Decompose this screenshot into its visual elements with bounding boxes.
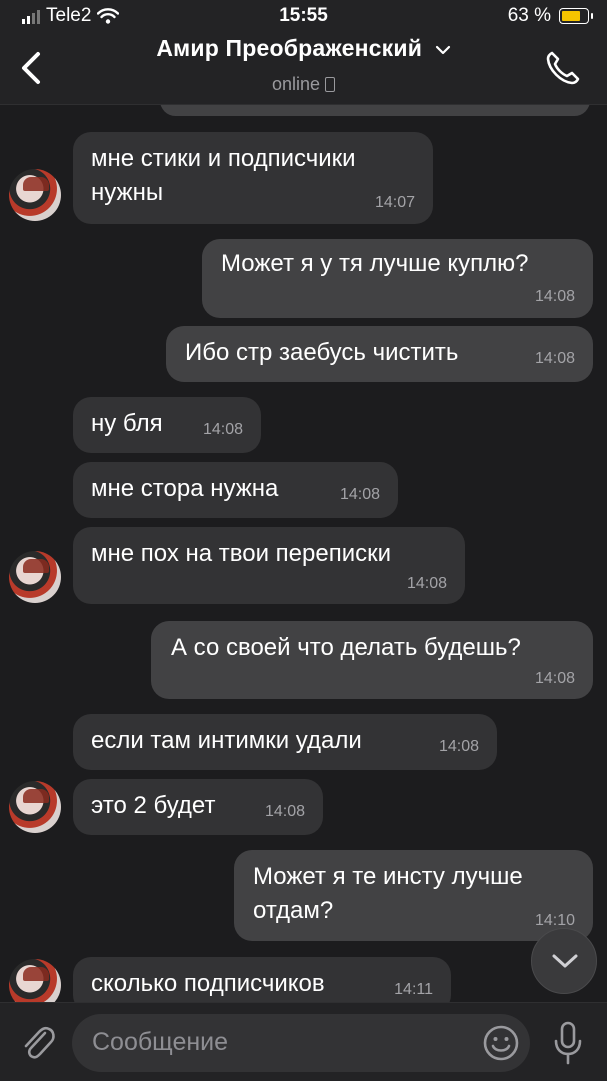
message-text: мне стики и подписчики нужны (91, 145, 356, 206)
message-bubble[interactable]: если там интимки удали 14:08 (73, 714, 497, 770)
message-bubble[interactable]: Ибо стр заебусь чистить 14:08 (166, 326, 593, 382)
message-time: 14:11 (394, 981, 433, 998)
contact-status: online (0, 74, 607, 95)
chevron-down-icon (435, 45, 450, 55)
message-text: сколько подписчиков (91, 970, 325, 997)
message-time: 14:08 (339, 486, 380, 503)
message-bubble[interactable]: А со своей что делать будешь? 14:08 (151, 621, 593, 699)
message-placeholder: Сообщение (92, 1028, 229, 1056)
message-bubble[interactable]: Может я у тя лучше куплю? 14:08 (202, 239, 593, 318)
status-bar: Tele2 15:55 63 % (0, 0, 607, 32)
message-time: 14:08 (534, 670, 575, 687)
message-text: если там интимки удали (91, 727, 362, 754)
message-time: 14:08 (438, 738, 479, 755)
chat-header: Амир Преображенский online (0, 32, 607, 105)
message-text: Может я у тя лучше куплю? (221, 250, 529, 277)
message-text: А со своей что делать будешь? (171, 634, 521, 661)
microphone-icon[interactable] (551, 1020, 585, 1066)
battery-group: 63 % (507, 5, 593, 27)
paperclip-icon[interactable] (18, 1021, 58, 1065)
message-bubble[interactable]: мне пох на твои переписки 14:08 (73, 527, 465, 604)
contact-name: Амир Преображенский (156, 35, 423, 61)
smiley-icon[interactable] (482, 1024, 520, 1062)
message-text: мне стора нужна (91, 475, 279, 502)
message-input[interactable]: Сообщение (72, 1014, 530, 1072)
message-text: мне пох на твои переписки (91, 540, 392, 567)
message-text: Может я те инсту лучше отдам? (253, 863, 523, 924)
message-bubble[interactable]: это 2 будет 14:08 (73, 779, 323, 835)
battery-icon (559, 8, 593, 24)
message-text: это 2 будет (91, 792, 216, 819)
message-time: 14:08 (406, 575, 447, 592)
message-bubble[interactable]: Может я те инсту лучше отдам? 14:10 (234, 850, 593, 941)
avatar[interactable] (9, 959, 61, 1002)
message-bubble[interactable]: мне стики и подписчики нужны 14:07 (73, 132, 433, 224)
message-text: Ибо стр заебусь чистить (185, 339, 459, 366)
contact-name-row[interactable]: Амир Преображенский (0, 35, 607, 62)
message-time: 14:08 (202, 421, 243, 438)
message-time: 14:08 (534, 288, 575, 305)
message-time: 14:10 (534, 912, 575, 929)
online-label: online (271, 74, 321, 94)
message-time: 14:08 (534, 350, 575, 367)
avatar[interactable] (9, 781, 61, 833)
phone-icon[interactable] (543, 48, 583, 88)
battery-percent: 63 % (507, 5, 551, 26)
message-list[interactable]: мне стики и подписчики нужны 14:07 Может… (0, 105, 607, 1002)
message-time: 14:07 (374, 194, 415, 211)
chevron-down-icon (552, 954, 578, 968)
avatar[interactable] (9, 551, 61, 603)
mobile-icon (325, 77, 336, 92)
message-text: ну бля (91, 410, 163, 437)
message-bubble[interactable]: сколько подписчиков 14:11 (73, 957, 451, 1002)
partial-message-bubble (160, 105, 590, 116)
message-bubble[interactable]: ну бля 14:08 (73, 397, 261, 453)
avatar[interactable] (9, 169, 61, 221)
contact-info[interactable]: Амир Преображенский online (0, 35, 607, 95)
scroll-down-button[interactable] (531, 928, 597, 994)
message-time: 14:08 (264, 803, 305, 820)
message-bubble[interactable]: мне стора нужна 14:08 (73, 462, 398, 518)
composer: Сообщение (0, 1002, 607, 1081)
